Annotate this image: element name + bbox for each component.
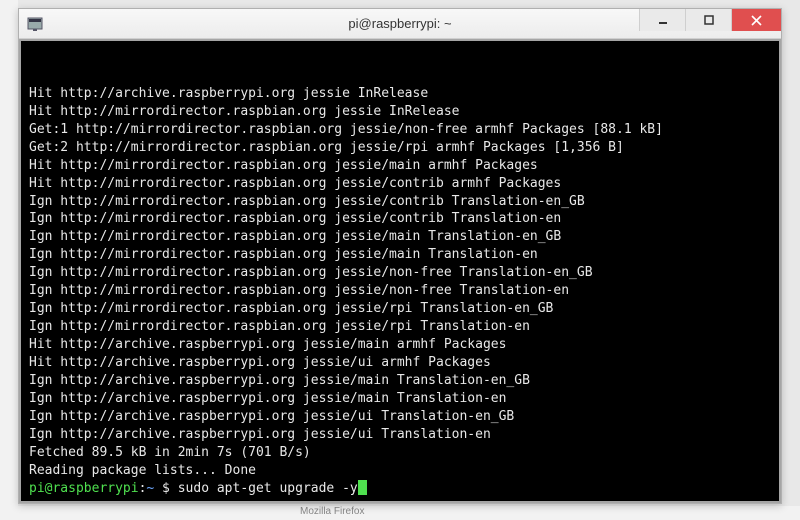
window-controls <box>639 9 781 38</box>
terminal-line: Ign http://mirrordirector.raspbian.org j… <box>29 228 771 246</box>
terminal-line: Ign http://mirrordirector.raspbian.org j… <box>29 318 771 336</box>
terminal-line: Hit http://mirrordirector.raspbian.org j… <box>29 157 771 175</box>
terminal-line: Ign http://archive.raspberrypi.org jessi… <box>29 426 771 444</box>
terminal-line: Hit http://archive.raspberrypi.org jessi… <box>29 354 771 372</box>
terminal-line: Hit http://mirrordirector.raspbian.org j… <box>29 103 771 121</box>
app-icon <box>26 15 44 33</box>
terminal-line: Get:2 http://mirrordirector.raspbian.org… <box>29 139 771 157</box>
prompt-command[interactable]: sudo apt-get upgrade -y <box>178 481 358 496</box>
terminal-viewport[interactable]: Hit http://archive.raspberrypi.org jessi… <box>19 39 781 503</box>
terminal-line: Ign http://mirrordirector.raspbian.org j… <box>29 246 771 264</box>
terminal-output: Hit http://archive.raspberrypi.org jessi… <box>29 85 771 480</box>
close-button[interactable] <box>731 9 781 31</box>
terminal-line: Ign http://archive.raspberrypi.org jessi… <box>29 372 771 390</box>
terminal-line: Fetched 89.5 kB in 2min 7s (701 B/s) <box>29 444 771 462</box>
terminal-window: pi@raspberrypi: ~ Hit http://archive.ras… <box>18 8 782 504</box>
terminal-line: Hit http://mirrordirector.raspbian.org j… <box>29 175 771 193</box>
minimize-button[interactable] <box>639 9 685 31</box>
terminal-line: Ign http://mirrordirector.raspbian.org j… <box>29 193 771 211</box>
terminal-line: Get:1 http://mirrordirector.raspbian.org… <box>29 121 771 139</box>
background-left-strip <box>0 0 18 520</box>
terminal-line: Ign http://mirrordirector.raspbian.org j… <box>29 210 771 228</box>
titlebar[interactable]: pi@raspberrypi: ~ <box>19 9 781 39</box>
terminal-line: Ign http://archive.raspberrypi.org jessi… <box>29 390 771 408</box>
terminal-line: Hit http://archive.raspberrypi.org jessi… <box>29 336 771 354</box>
background-taskbar-hint: Mozilla Firefox <box>0 506 800 520</box>
terminal-line: Reading package lists... Done <box>29 462 771 480</box>
terminal-line: Ign http://mirrordirector.raspbian.org j… <box>29 282 771 300</box>
terminal-line: Ign http://archive.raspberrypi.org jessi… <box>29 408 771 426</box>
cursor-block <box>358 480 367 495</box>
maximize-button[interactable] <box>685 9 731 31</box>
prompt-dollar: $ <box>154 481 177 496</box>
terminal-line: Ign http://mirrordirector.raspbian.org j… <box>29 264 771 282</box>
terminal-line: Ign http://mirrordirector.raspbian.org j… <box>29 300 771 318</box>
prompt-user-host: pi@raspberrypi <box>29 481 139 496</box>
terminal-line: Hit http://archive.raspberrypi.org jessi… <box>29 85 771 103</box>
